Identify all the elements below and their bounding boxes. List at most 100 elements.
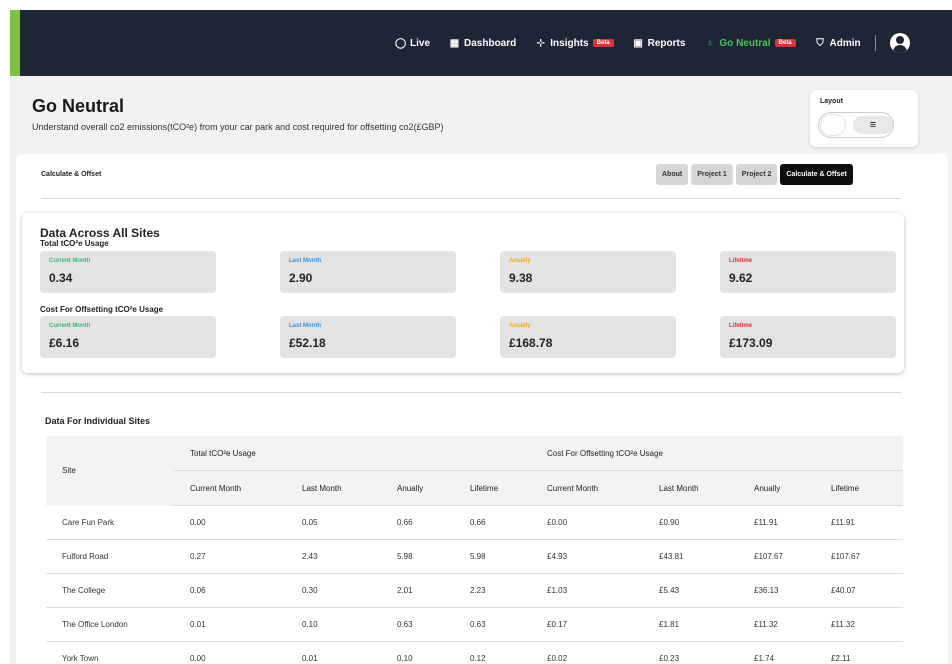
column-header: Last Month — [643, 470, 738, 506]
table-cell: 0.05 — [286, 505, 381, 540]
site-name: The Office London — [46, 607, 174, 642]
nav-reports[interactable]: ▣ Reports — [633, 37, 686, 49]
section-label: Calculate & Offset — [41, 171, 102, 178]
all-sites-summary: Data Across All Sites Total tCO²e Usage … — [22, 213, 904, 373]
nav-admin[interactable]: ⛉ Admin — [815, 37, 860, 49]
site-name: Care Fun Park — [46, 505, 174, 540]
table-cell: £107.67 — [815, 539, 903, 574]
table-cell: 0.63 — [381, 607, 454, 642]
nav-insights[interactable]: ⊹ Insights Beta — [535, 38, 614, 49]
nav-reports-label: Reports — [647, 37, 686, 49]
stat-label: Current Month — [49, 258, 91, 264]
table-cell: 2.23 — [454, 573, 531, 608]
table-cell: £0.00 — [531, 505, 643, 540]
table-cell: 0.10 — [286, 607, 381, 642]
table-cell: 0.27 — [174, 539, 286, 574]
table-cell: £4.93 — [531, 539, 643, 574]
tab-calculate-offset[interactable]: Calculate & Offset — [780, 164, 853, 185]
stat-value: 0.34 — [49, 271, 73, 285]
calculate-offset-card: Calculate & Offset About Project 1 Proje… — [16, 154, 948, 664]
column-header: Anually — [738, 470, 815, 506]
brand-strip — [10, 10, 20, 76]
table-cell: £11.32 — [815, 607, 903, 642]
bulb-icon: ♁ — [706, 37, 714, 49]
page-content: Go Neutral Understand overall co2 emissi… — [10, 76, 952, 664]
table-cell: 2.01 — [381, 573, 454, 608]
page-title: Go Neutral — [32, 96, 125, 116]
column-header: Anually — [381, 470, 454, 506]
column-header: Lifetime — [454, 470, 531, 506]
stat-value: 2.90 — [289, 271, 313, 285]
top-navbar: ◯ Live ▦ Dashboard ⊹ Insights Beta ▣ Rep… — [10, 10, 952, 76]
toggle-knob — [821, 115, 845, 135]
stat-label: Lifetime — [729, 323, 753, 329]
site-name: York Town — [46, 641, 174, 664]
usage-anually-stat: Anually 9.38 — [500, 251, 676, 293]
cost-current-month-stat: Current Month £6.16 — [40, 316, 216, 358]
stat-value: 9.62 — [729, 271, 753, 285]
cost-last-month-stat: Last Month £52.18 — [280, 316, 456, 358]
nav-live-label: Live — [410, 37, 431, 49]
sites-table: Site Total tCO²e Usage Cost For Offsetti… — [46, 436, 903, 664]
stat-label: Anually — [509, 258, 531, 264]
cost-anually-stat: Anually £168.78 — [500, 316, 676, 358]
stat-label: Anually — [509, 323, 531, 329]
table-cell: £11.91 — [738, 505, 815, 540]
table-row: Fulford Road 0.27 2.43 5.98 5.98 £4.93 £… — [46, 539, 903, 574]
stat-value: £6.16 — [49, 336, 80, 350]
nav-go-neutral[interactable]: ♁ Go Neutral Beta — [704, 37, 796, 49]
tab-about[interactable]: About — [656, 164, 689, 185]
stat-label: Lifetime — [729, 258, 753, 264]
column-header: Current Month — [174, 470, 286, 506]
table-cell: £0.17 — [531, 607, 643, 642]
user-account-icon[interactable] — [889, 33, 910, 53]
usage-lifetime-stat: Lifetime 9.62 — [720, 251, 896, 293]
table-cell: £2.11 — [815, 641, 903, 664]
page-subtitle: Understand overall co2 emissions(tCO²e) … — [32, 122, 444, 132]
circle-icon: ◯ — [395, 37, 407, 49]
site-header: Site — [46, 436, 174, 506]
stat-value: £52.18 — [289, 336, 326, 350]
table-cell: 2.43 — [286, 539, 381, 574]
table-cell: 0.12 — [454, 641, 531, 664]
nav-live[interactable]: ◯ Live — [395, 38, 430, 49]
layout-label: Layout — [820, 98, 843, 105]
table-cell: 0.01 — [286, 641, 381, 664]
usage-group-header: Total tCO²e Usage — [174, 436, 531, 471]
nav-dashboard[interactable]: ▦ Dashboard — [449, 38, 516, 49]
table-cell: £36.13 — [738, 573, 815, 608]
divider — [41, 198, 901, 199]
tab-project-2[interactable]: Project 2 — [735, 164, 778, 185]
table-cell: 5.98 — [454, 539, 531, 574]
table-cell: £11.32 — [738, 607, 815, 642]
list-layout-icon: ≡ — [853, 116, 893, 134]
usage-last-month-stat: Last Month 2.90 — [280, 251, 456, 293]
stat-value: £168.78 — [509, 336, 553, 350]
table-cell: £5.43 — [643, 573, 738, 608]
table-cell: £11.91 — [815, 505, 903, 540]
table-cell: £43.81 — [643, 539, 738, 574]
stat-label: Last Month — [289, 323, 321, 329]
beta-badge: Beta — [592, 39, 614, 47]
table-cell: £1.03 — [531, 573, 643, 608]
beta-badge: Beta — [774, 39, 796, 47]
table-cell: 5.98 — [381, 539, 454, 574]
stat-value: £173.09 — [729, 336, 773, 350]
individual-sites-title: Data For Individual Sites — [45, 416, 151, 426]
table-row: York Town 0.00 0.01 0.10 0.12 £0.02 £0.2… — [46, 641, 903, 664]
cost-label: Cost For Offsetting tCO²e Usage — [40, 305, 164, 314]
grid-icon: ▦ — [449, 37, 460, 49]
report-icon: ▣ — [633, 37, 643, 49]
layout-card: Layout ≡ — [810, 90, 918, 147]
layout-toggle[interactable]: ≡ — [818, 112, 894, 138]
table-row: The College 0.06 0.30 2.01 2.23 £1.03 £5… — [46, 573, 903, 608]
shield-icon: ⛉ — [816, 37, 824, 49]
usage-current-month-stat: Current Month 0.34 — [40, 251, 216, 293]
table-cell: 0.00 — [174, 505, 286, 540]
divider — [41, 392, 901, 393]
table-cell: £1.81 — [643, 607, 738, 642]
table-cell: £0.90 — [643, 505, 738, 540]
usage-label: Total tCO²e Usage — [40, 239, 109, 248]
tab-project-1[interactable]: Project 1 — [691, 164, 733, 185]
table-cell: 0.66 — [381, 505, 454, 540]
